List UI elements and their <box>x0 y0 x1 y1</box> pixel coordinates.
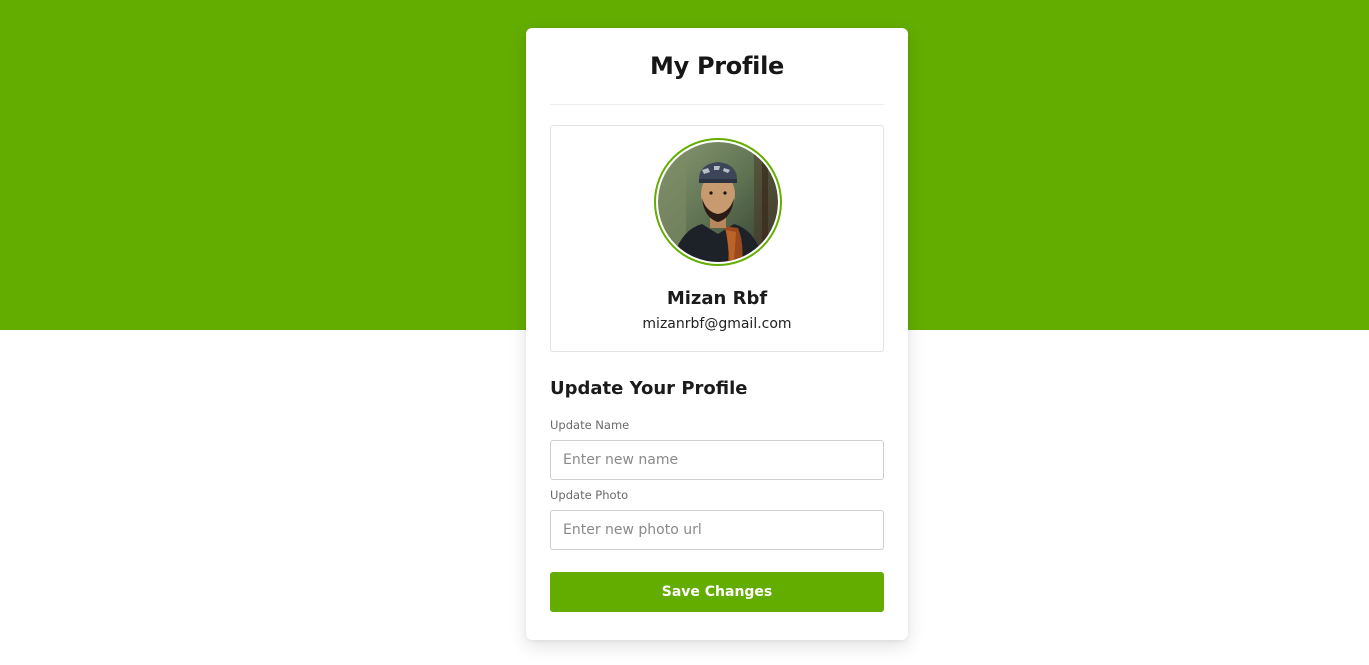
profile-page: My Profile Mizan Rbf mizanrbf@gmail.com … <box>0 0 1369 665</box>
title-divider <box>550 104 884 105</box>
save-changes-button[interactable]: Save Changes <box>550 572 884 612</box>
avatar <box>658 142 778 262</box>
photo-field-label: Update Photo <box>550 488 629 502</box>
profile-card: My Profile Mizan Rbf mizanrbf@gmail.com … <box>526 28 908 640</box>
profile-email: mizanrbf@gmail.com <box>642 316 792 332</box>
name-input[interactable] <box>550 440 884 480</box>
update-section-title: Update Your Profile <box>550 378 748 399</box>
photo-url-input[interactable] <box>550 510 884 550</box>
avatar-ring <box>654 138 782 266</box>
page-title: My Profile <box>650 52 784 80</box>
profile-summary: Mizan Rbf mizanrbf@gmail.com <box>550 125 884 352</box>
name-field-label: Update Name <box>550 418 630 432</box>
profile-name: Mizan Rbf <box>666 288 768 309</box>
